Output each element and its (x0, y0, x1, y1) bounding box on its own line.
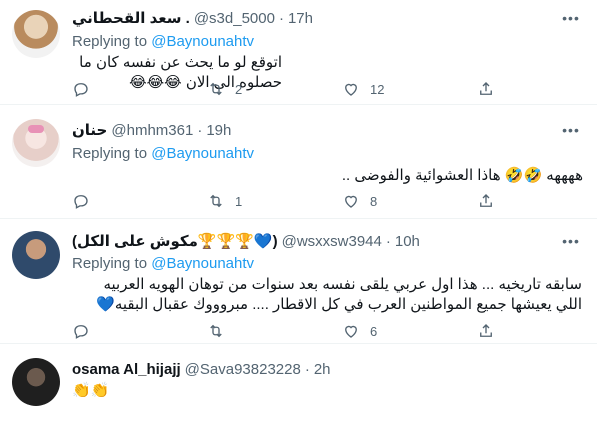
display-name[interactable]: (مكوش على الكل🏆🏆🏆💙) (72, 232, 278, 250)
user-handle[interactable]: @s3d_5000 (194, 10, 275, 27)
like-count: 8 (370, 193, 378, 209)
timestamp[interactable]: 17h (288, 10, 313, 27)
replying-prefix: Replying to (72, 255, 148, 272)
replying-to: Replying to @Baynounahtv (72, 33, 254, 50)
retweet-icon (210, 324, 222, 338)
timestamp[interactable]: 19h (206, 122, 231, 139)
avatar[interactable] (12, 10, 60, 58)
reply-button[interactable] (72, 322, 207, 340)
tweet-text-line: اللي يعيشها جميع المواطنين العرب في كل ا… (96, 296, 582, 313)
retweet-count: 1 (235, 193, 243, 209)
display-name[interactable]: سعد القحطاني . (72, 9, 190, 27)
tweet-actions: 2 12 (72, 79, 597, 99)
share-button[interactable] (477, 192, 597, 210)
tweet-header: حنان @hmhm361 · 19h (72, 120, 231, 140)
share-icon (480, 82, 492, 95)
tweet[interactable]: osama Al_hijajj @Sava93823228 · 2h 👏👏 (0, 344, 597, 445)
avatar[interactable] (12, 119, 60, 167)
more-icon[interactable]: ••• (557, 8, 585, 28)
retweet-count: 2 (235, 81, 243, 97)
share-icon (480, 324, 492, 337)
timestamp[interactable]: 10h (395, 233, 420, 250)
tweet[interactable]: سعد القحطاني . @s3d_5000 · 17h ••• Reply… (0, 0, 597, 105)
replying-to: Replying to @Baynounahtv (72, 255, 254, 272)
tweet[interactable]: حنان @hmhm361 · 19h ••• Replying to @Bay… (0, 105, 597, 219)
reply-button[interactable] (72, 192, 207, 210)
mention-link[interactable]: @Baynounahtv (151, 33, 254, 50)
tweet-header: osama Al_hijajj @Sava93823228 · 2h (72, 359, 331, 379)
heart-icon (345, 325, 357, 338)
retweet-button[interactable]: 2 (207, 80, 342, 98)
display-name[interactable]: حنان (72, 121, 107, 139)
tweet-text: ههههه 🤣🤣 هاذا العشوائية والفوضى .. (341, 167, 583, 184)
separator-dot: · (304, 360, 310, 378)
avatar[interactable] (12, 358, 60, 406)
display-name[interactable]: osama Al_hijajj (72, 361, 181, 378)
more-icon[interactable]: ••• (557, 231, 585, 251)
like-count: 12 (370, 81, 385, 97)
heart-icon (345, 195, 357, 208)
more-icon[interactable]: ••• (557, 120, 585, 140)
replying-prefix: Replying to (72, 145, 148, 162)
share-button[interactable] (477, 80, 597, 98)
tweet[interactable]: (مكوش على الكل🏆🏆🏆💙) @wsxxsw3944 · 10h ••… (0, 219, 597, 344)
bow-icon (28, 125, 44, 133)
replying-prefix: Replying to (72, 33, 148, 50)
like-button[interactable]: 12 (342, 80, 477, 98)
tweet-header: سعد القحطاني . @s3d_5000 · 17h (72, 8, 313, 28)
heart-icon (345, 83, 357, 96)
avatar[interactable] (12, 231, 60, 279)
like-button[interactable]: 6 (342, 322, 477, 340)
mention-link[interactable]: @Baynounahtv (151, 255, 254, 272)
retweet-button[interactable] (207, 322, 342, 340)
tweet-text: 👏👏 (72, 382, 110, 399)
separator-dot: · (197, 121, 203, 139)
tweet-actions: 6 (72, 321, 597, 341)
share-icon (480, 194, 492, 207)
reply-icon (74, 325, 88, 339)
reply-icon (74, 195, 88, 209)
tweet-text-line: سابقه تاريخيه ... هذا اول عربي يلقى نفسه… (103, 276, 582, 293)
user-handle[interactable]: @Sava93823228 (185, 361, 301, 378)
retweet-button[interactable]: 1 (207, 192, 342, 210)
replying-to: Replying to @Baynounahtv (72, 145, 254, 162)
like-count: 6 (370, 323, 378, 339)
separator-dot: · (278, 9, 284, 27)
like-button[interactable]: 8 (342, 192, 477, 210)
reply-icon (74, 83, 88, 97)
timestamp[interactable]: 2h (314, 361, 331, 378)
user-handle[interactable]: @hmhm361 (111, 122, 193, 139)
tweet-header: (مكوش على الكل🏆🏆🏆💙) @wsxxsw3944 · 10h (72, 231, 420, 251)
mention-link[interactable]: @Baynounahtv (151, 145, 254, 162)
tweet-actions: 1 8 (72, 191, 597, 211)
user-handle[interactable]: @wsxxsw3944 (282, 233, 382, 250)
share-button[interactable] (477, 322, 597, 340)
separator-dot: · (385, 232, 391, 250)
reply-button[interactable] (72, 80, 207, 98)
retweet-icon (210, 194, 222, 208)
retweet-icon (210, 82, 222, 96)
